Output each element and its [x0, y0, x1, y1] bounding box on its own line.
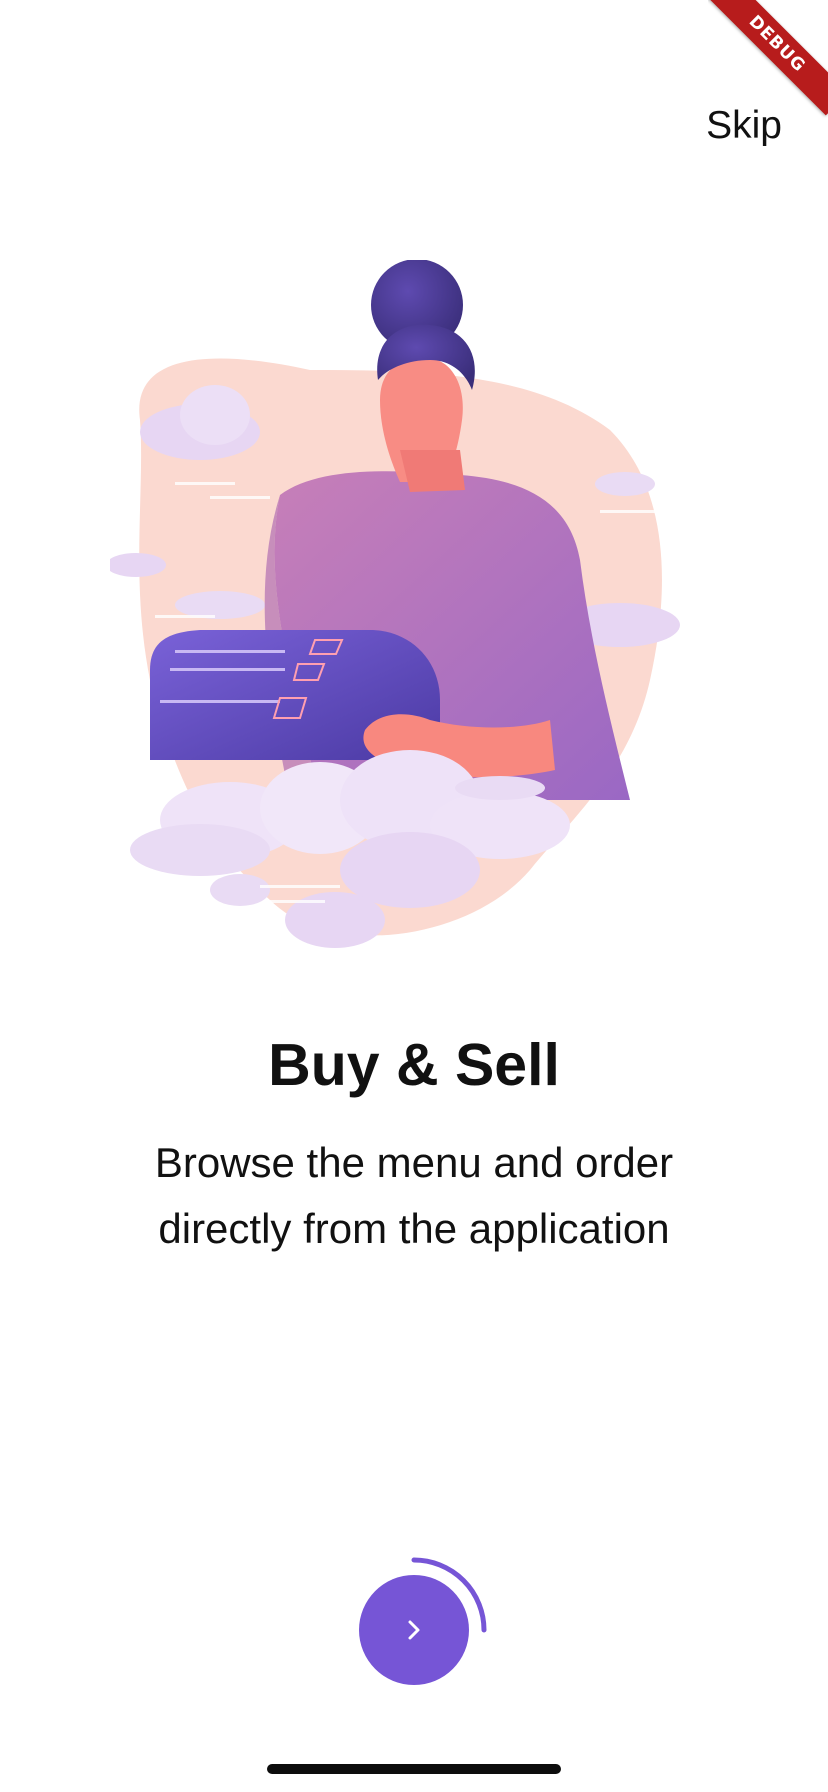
next-button[interactable]: [359, 1575, 469, 1685]
onboarding-title: Buy & Sell: [268, 1032, 560, 1098]
chevron-right-icon: [408, 1620, 420, 1640]
skip-button[interactable]: Skip: [706, 100, 782, 152]
onboarding-illustration: [110, 260, 680, 948]
onboarding-subtitle: Browse the menu and order directly from …: [154, 1139, 674, 1252]
debug-banner-label: DEBUG: [708, 0, 828, 116]
home-indicator: [267, 1764, 561, 1774]
next-button-wrapper: [344, 1540, 504, 1700]
